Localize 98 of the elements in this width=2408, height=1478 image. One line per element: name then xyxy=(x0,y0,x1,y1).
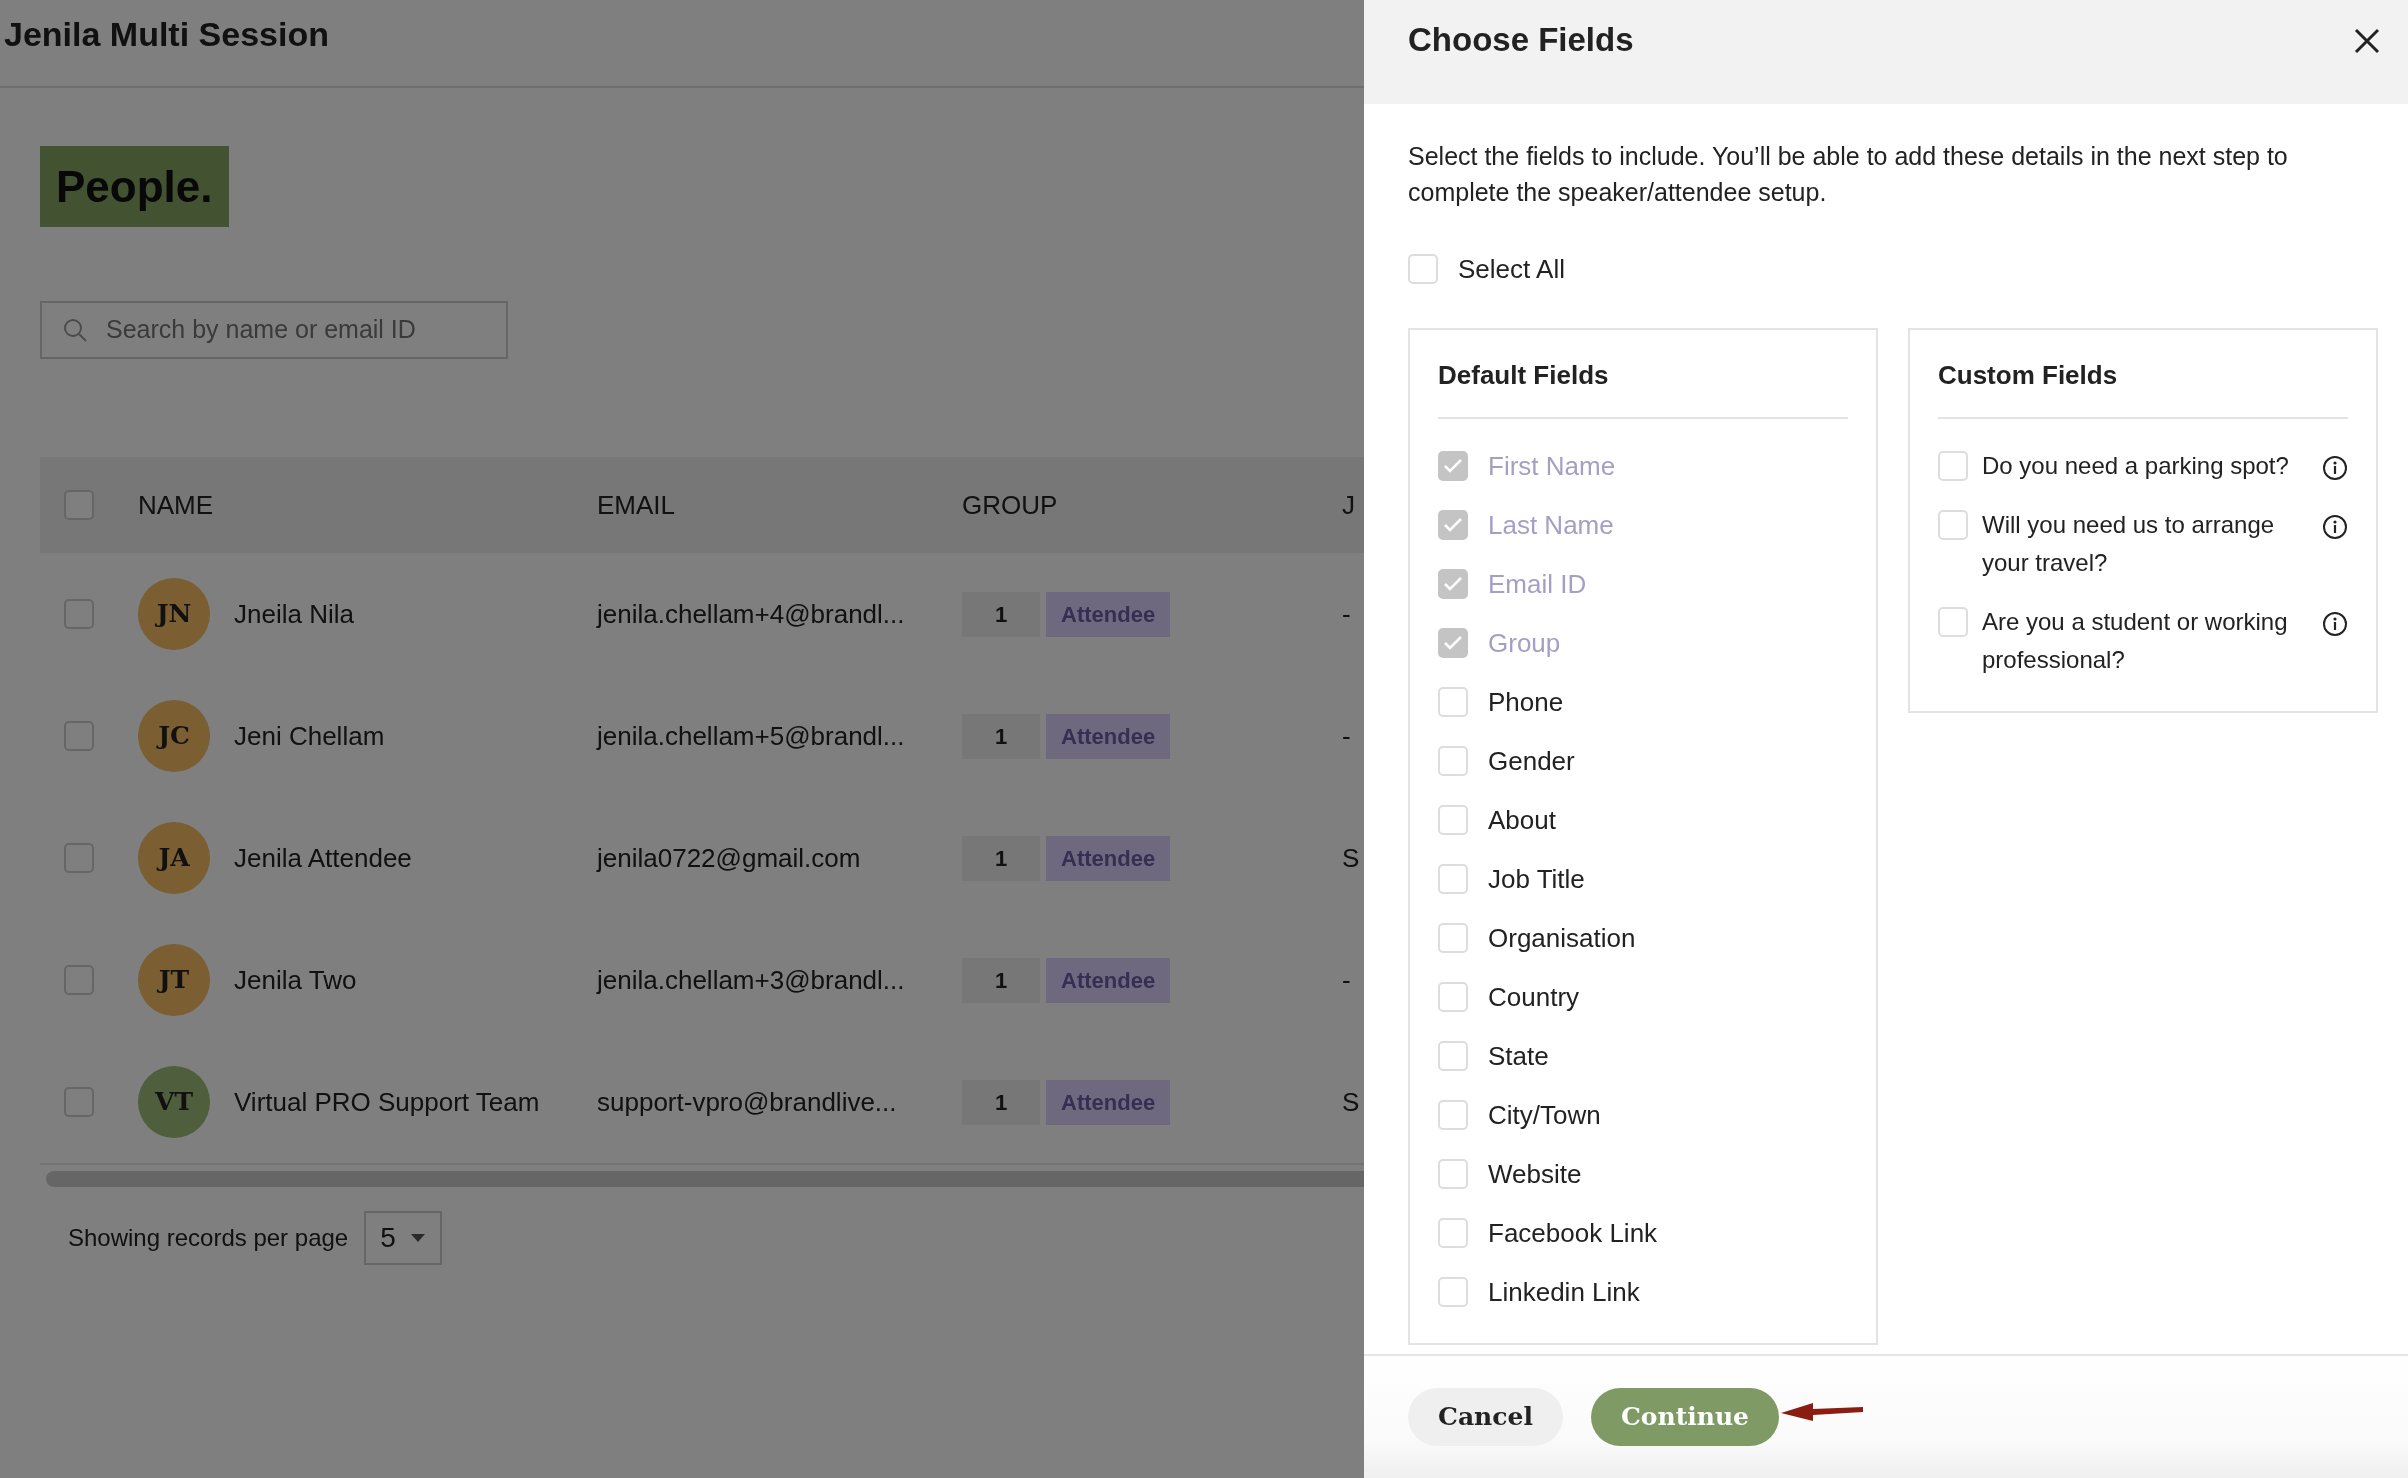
table-cell-text: - xyxy=(1342,719,1352,753)
checkbox[interactable] xyxy=(1438,923,1468,954)
checkbox[interactable] xyxy=(1438,1277,1468,1308)
person-name: Jenila Attendee xyxy=(234,841,412,875)
group-count: 1 xyxy=(962,713,1040,759)
continue-button[interactable]: Continue xyxy=(1590,1388,1779,1446)
table-cell-text: - xyxy=(1342,963,1352,997)
search-input[interactable]: Search by name or email ID xyxy=(104,310,486,350)
cancel-button[interactable]: Cancel xyxy=(1408,1388,1563,1446)
email-text: jenila.chellam+4@brandl... xyxy=(597,597,906,631)
email-text: jenila0722@gmail.com xyxy=(597,841,862,875)
page-size-select[interactable]: 5 xyxy=(364,1211,442,1265)
caret-icon xyxy=(409,1233,426,1243)
row-checkbox[interactable] xyxy=(64,1087,94,1117)
avatar: JA xyxy=(138,822,210,894)
email-text: support-vpro@brandlive... xyxy=(597,1085,898,1119)
group-count: 1 xyxy=(962,957,1040,1003)
checkbox-label: Do you need a parking spot? xyxy=(1982,451,2290,482)
column-header: GROUP xyxy=(962,488,1059,522)
check-icon xyxy=(1443,458,1463,475)
email-text: jenila.chellam+3@brandl... xyxy=(597,963,906,997)
row-checkbox[interactable] xyxy=(64,965,94,995)
scrollbar[interactable] xyxy=(46,1171,1364,1187)
group-tag: Attendee xyxy=(1046,835,1171,881)
check-icon xyxy=(1443,635,1463,652)
checkbox[interactable] xyxy=(1438,746,1468,777)
checkbox[interactable] xyxy=(1408,254,1438,284)
group-tag: Attendee xyxy=(1046,957,1171,1003)
row-checkbox[interactable] xyxy=(64,721,94,751)
checkbox-label: Job Title xyxy=(1488,863,1585,897)
checkbox-label: Are you a student or working professional? xyxy=(1982,607,2289,676)
checkbox-label: Website xyxy=(1488,1158,1582,1192)
check-icon xyxy=(1443,576,1463,593)
checkbox[interactable] xyxy=(1938,451,1968,482)
checkbox[interactable] xyxy=(1438,1159,1468,1190)
checkbox[interactable] xyxy=(1938,607,1968,638)
checkbox-label: State xyxy=(1488,1040,1549,1074)
pagination-label: Showing records per page xyxy=(68,1223,349,1253)
avatar: JN xyxy=(138,578,210,650)
group-tag: Attendee xyxy=(1046,1079,1171,1125)
group-count: 1 xyxy=(962,1079,1040,1125)
avatar: VT xyxy=(138,1066,210,1138)
page-heading: People. xyxy=(40,146,229,227)
drawer-title: Choose Fields xyxy=(1408,20,1634,60)
row-checkbox[interactable] xyxy=(64,599,94,629)
card-title: Default Fields xyxy=(1438,330,1848,420)
person-name: Jeni Chellam xyxy=(234,719,385,753)
checkbox[interactable] xyxy=(1438,982,1468,1013)
checkbox[interactable] xyxy=(1438,1041,1468,1072)
person-name: Virtual PRO Support Team xyxy=(234,1085,540,1119)
checkbox-label: Group xyxy=(1488,627,1561,661)
checkbox-label: Gender xyxy=(1488,745,1575,779)
checkbox-label: First Name xyxy=(1488,450,1616,484)
checkbox-label: City/Town xyxy=(1488,1099,1601,1133)
check-icon xyxy=(1443,517,1463,534)
person-name: Jenila Two xyxy=(234,963,357,997)
group-count: 1 xyxy=(962,835,1040,881)
group-tag: Attendee xyxy=(1046,591,1171,637)
row-checkbox[interactable] xyxy=(64,843,94,873)
page-title: Jenila Multi Session xyxy=(0,0,1364,88)
close-icon xyxy=(2354,28,2380,54)
checkbox-label: Linkedin Link xyxy=(1488,1276,1640,1310)
row-checkbox[interactable] xyxy=(64,490,94,520)
column-header: EMAIL xyxy=(597,488,677,522)
checkbox[interactable] xyxy=(1438,805,1468,836)
info-icon[interactable] xyxy=(2322,611,2348,638)
table-cell-text: S xyxy=(1342,841,1361,875)
email-text: jenila.chellam+5@brandl... xyxy=(597,719,906,753)
group-tag: Attendee xyxy=(1046,713,1171,759)
table-cell-text: S xyxy=(1342,1085,1361,1119)
checkbox-label: Email ID xyxy=(1488,568,1587,602)
checkbox[interactable] xyxy=(1438,864,1468,895)
checkbox[interactable] xyxy=(1438,1100,1468,1131)
info-icon[interactable] xyxy=(2322,514,2348,541)
search-field[interactable]: Search by name or email ID xyxy=(40,301,508,359)
checkbox[interactable] xyxy=(1438,687,1468,718)
table-cell-text: - xyxy=(1342,597,1352,631)
checkbox-label: Country xyxy=(1488,981,1580,1015)
checkbox-label: Organisation xyxy=(1488,922,1636,956)
checkbox-label: Will you need us to arrange your travel? xyxy=(1982,510,2276,579)
search-icon xyxy=(62,317,88,343)
description-text: Select the fields to include. You’ll be able to add these details in the next step to complete the speaker/attendee setup. xyxy=(1408,141,2289,208)
checkbox-label: About xyxy=(1488,804,1556,838)
info-icon[interactable] xyxy=(2322,455,2348,482)
checkbox[interactable] xyxy=(1938,510,1968,541)
column-header: NAME xyxy=(138,488,215,522)
arrow-icon xyxy=(1780,1400,1865,1422)
card-title: Custom Fields xyxy=(1938,330,2348,420)
group-count: 1 xyxy=(962,591,1040,637)
avatar: JC xyxy=(138,700,210,772)
checkbox-label: Last Name xyxy=(1488,509,1614,543)
checkbox-label: Phone xyxy=(1488,686,1564,720)
checkbox-label: Select All xyxy=(1458,253,1565,286)
column-header: J xyxy=(1342,488,1356,522)
person-name: Jneila Nila xyxy=(234,597,354,631)
checkbox-label: Facebook Link xyxy=(1488,1217,1658,1251)
checkbox[interactable] xyxy=(1438,1218,1468,1249)
avatar: JT xyxy=(138,944,210,1016)
